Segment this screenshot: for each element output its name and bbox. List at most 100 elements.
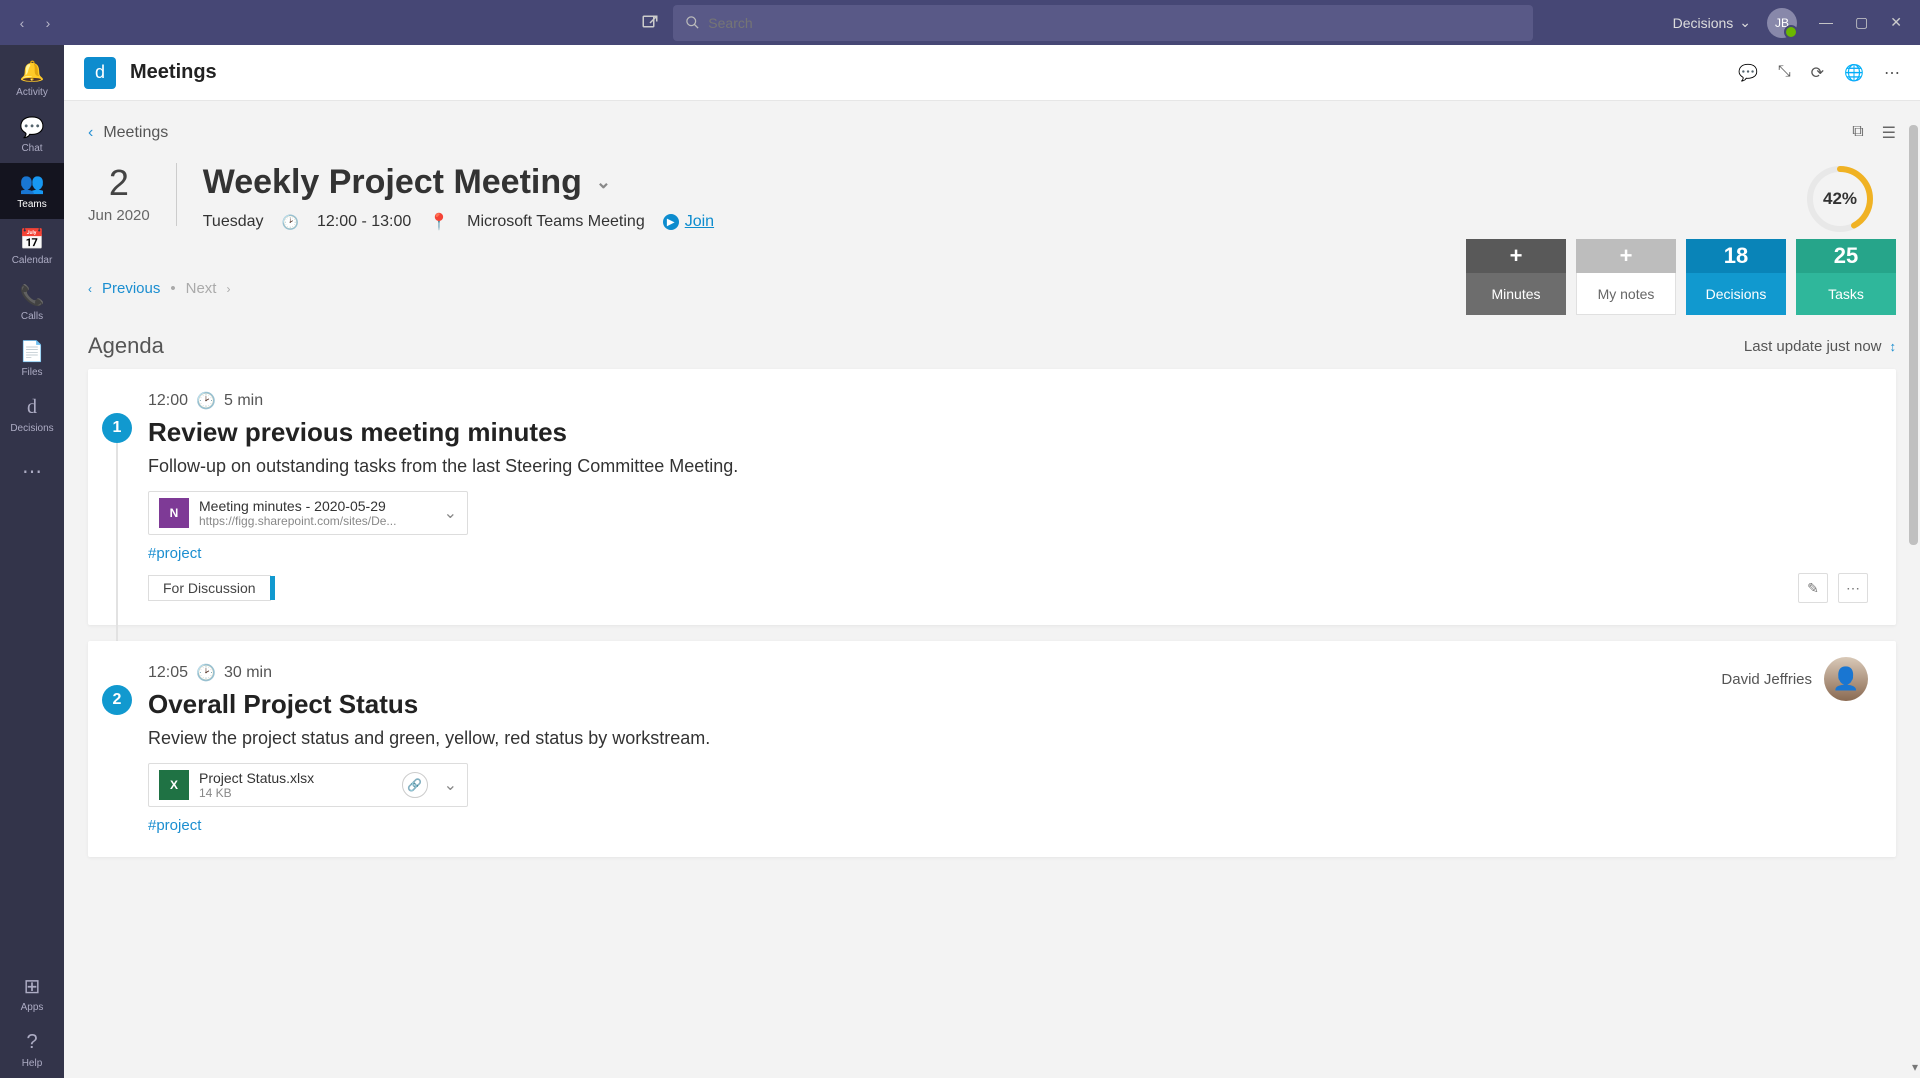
- org-switcher[interactable]: Decisions ⌄: [1673, 14, 1751, 31]
- tile-notes-label: My notes: [1576, 273, 1676, 315]
- help-icon: ?: [21, 1032, 43, 1054]
- scroll-down-icon[interactable]: ▾: [1912, 1060, 1918, 1074]
- meeting-date: 2 Jun 2020: [88, 163, 177, 226]
- agenda-description: Review the project status and green, yel…: [148, 728, 1868, 749]
- last-update-text: Last update just now: [1744, 338, 1882, 355]
- nav-back-icon[interactable]: ‹: [12, 13, 32, 33]
- refresh-icon[interactable]: ⟳: [1811, 63, 1824, 83]
- attachment-name: Project Status.xlsx: [199, 770, 314, 786]
- app-header: d Meetings 💬 ⤡ ⟳ 🌐 ⋯: [64, 45, 1920, 101]
- tile-minutes[interactable]: + Minutes: [1466, 239, 1566, 315]
- rail-calls[interactable]: 📞 Calls: [0, 275, 64, 331]
- search-input[interactable]: [708, 15, 1521, 31]
- rail-calendar[interactable]: 📅 Calendar: [0, 219, 64, 275]
- tile-decisions-count: 18: [1686, 239, 1786, 273]
- meeting-title-dropdown-icon[interactable]: ⌄: [596, 172, 611, 193]
- meeting-time: 12:00 - 13:00: [317, 213, 411, 231]
- scrollbar-thumb[interactable]: [1909, 125, 1918, 545]
- phone-icon: 📞: [21, 285, 43, 307]
- rail-decisions[interactable]: d Decisions: [0, 387, 64, 443]
- meeting-title: Weekly Project Meeting: [203, 163, 582, 202]
- nav-forward-icon[interactable]: ›: [38, 13, 58, 33]
- rail-files[interactable]: 📄 Files: [0, 331, 64, 387]
- tile-minutes-label: Minutes: [1466, 273, 1566, 315]
- rail-more[interactable]: ⋯: [0, 443, 64, 499]
- prev-chevron-icon[interactable]: ‹: [88, 282, 92, 296]
- collapse-icon[interactable]: ⤡: [1778, 63, 1791, 83]
- tile-decisions[interactable]: 18 Decisions: [1686, 239, 1786, 315]
- attachment-subtitle: https://figg.sharepoint.com/sites/De...: [199, 514, 396, 528]
- agenda-item: 2 David Jeffries 👤 12:05 🕑 30 min Overal…: [88, 641, 1896, 857]
- breadcrumb-label[interactable]: Meetings: [103, 124, 168, 142]
- list-icon[interactable]: ☰: [1882, 123, 1896, 143]
- rail-chat-label: Chat: [21, 143, 42, 154]
- excel-icon: X: [159, 770, 189, 800]
- chat-panel-icon[interactable]: 💬: [1738, 63, 1758, 83]
- agenda-tag[interactable]: #project: [148, 817, 201, 834]
- attachment-name: Meeting minutes - 2020-05-29: [199, 498, 396, 514]
- close-icon[interactable]: ✕: [1890, 14, 1902, 31]
- next-meeting-link[interactable]: Next: [186, 280, 217, 297]
- agenda-tag[interactable]: #project: [148, 545, 201, 562]
- progress-ring: 42%: [1804, 163, 1876, 235]
- attachment-dropdown-icon[interactable]: ⌄: [444, 503, 457, 523]
- rail-decisions-label: Decisions: [10, 423, 53, 434]
- meeting-weekday: Tuesday: [203, 213, 264, 231]
- rail-teams[interactable]: 👥 Teams: [0, 163, 64, 219]
- agenda-item: 1 12:00 🕑 5 min Review previous meeting …: [88, 369, 1896, 625]
- apps-icon: ⊞: [21, 976, 43, 998]
- breadcrumb-back-icon[interactable]: ‹: [88, 124, 93, 142]
- attachment-excel[interactable]: X Project Status.xlsx 14 KB 🔗 ⌄: [148, 763, 468, 807]
- tile-tasks[interactable]: 25 Tasks: [1796, 239, 1896, 315]
- agenda-description: Follow-up on outstanding tasks from the …: [148, 456, 1868, 477]
- chevron-down-icon: ⌄: [1739, 14, 1751, 31]
- rail-activity-label: Activity: [16, 87, 48, 98]
- user-avatar[interactable]: JB: [1767, 8, 1797, 38]
- rail-help[interactable]: ? Help: [0, 1022, 64, 1078]
- attachment-subtitle: 14 KB: [199, 786, 314, 800]
- maximize-icon[interactable]: ▢: [1855, 14, 1868, 31]
- agenda-start-time: 12:05: [148, 664, 188, 682]
- tile-tasks-label: Tasks: [1796, 273, 1896, 315]
- status-chip[interactable]: For Discussion: [148, 575, 271, 601]
- tile-minutes-plus: +: [1466, 239, 1566, 273]
- minimize-icon[interactable]: ―: [1819, 14, 1833, 31]
- popout-icon[interactable]: ⧉: [1852, 123, 1863, 143]
- org-name: Decisions: [1673, 15, 1734, 31]
- rail-teams-label: Teams: [17, 199, 46, 210]
- progress-percent: 42%: [1804, 163, 1876, 235]
- rail-apps-label: Apps: [21, 1002, 44, 1013]
- clock-icon: 🕑: [282, 214, 299, 231]
- globe-icon[interactable]: 🌐: [1844, 63, 1864, 83]
- tile-my-notes[interactable]: + My notes: [1576, 239, 1676, 315]
- app-rail: 🔔 Activity 💬 Chat 👥 Teams 📅 Calendar 📞 C…: [0, 45, 64, 1078]
- attachment-onenote[interactable]: N Meeting minutes - 2020-05-29 https://f…: [148, 491, 468, 535]
- bell-icon: 🔔: [21, 61, 43, 83]
- card-more-icon[interactable]: ⋯: [1838, 573, 1868, 603]
- edit-icon[interactable]: ✎: [1798, 573, 1828, 603]
- rail-activity[interactable]: 🔔 Activity: [0, 51, 64, 107]
- tile-decisions-label: Decisions: [1686, 273, 1786, 315]
- rail-help-label: Help: [22, 1058, 43, 1069]
- sort-icon[interactable]: ↕: [1890, 339, 1897, 354]
- scrollbar[interactable]: ▾: [1906, 101, 1920, 1078]
- agenda-heading: Agenda: [88, 333, 164, 359]
- rail-apps[interactable]: ⊞ Apps: [0, 966, 64, 1022]
- location-pin-icon: 📍: [429, 212, 449, 232]
- attachment-link-icon[interactable]: 🔗: [402, 772, 428, 798]
- meeting-day: 2: [88, 165, 150, 201]
- onenote-icon: N: [159, 498, 189, 528]
- chat-icon: 💬: [21, 117, 43, 139]
- rail-chat[interactable]: 💬 Chat: [0, 107, 64, 163]
- meeting-month-year: Jun 2020: [88, 207, 150, 224]
- more-icon: ⋯: [21, 460, 43, 482]
- attachment-dropdown-icon[interactable]: ⌄: [444, 775, 457, 795]
- search-box[interactable]: [673, 5, 1533, 41]
- join-button[interactable]: ▶ Join: [663, 213, 714, 231]
- agenda-title: Overall Project Status: [148, 689, 1868, 720]
- search-icon: [685, 15, 700, 30]
- compose-icon[interactable]: [635, 8, 665, 38]
- previous-meeting-link[interactable]: Previous: [102, 280, 160, 297]
- overflow-icon[interactable]: ⋯: [1884, 63, 1900, 83]
- agenda-number-badge: 2: [102, 685, 132, 715]
